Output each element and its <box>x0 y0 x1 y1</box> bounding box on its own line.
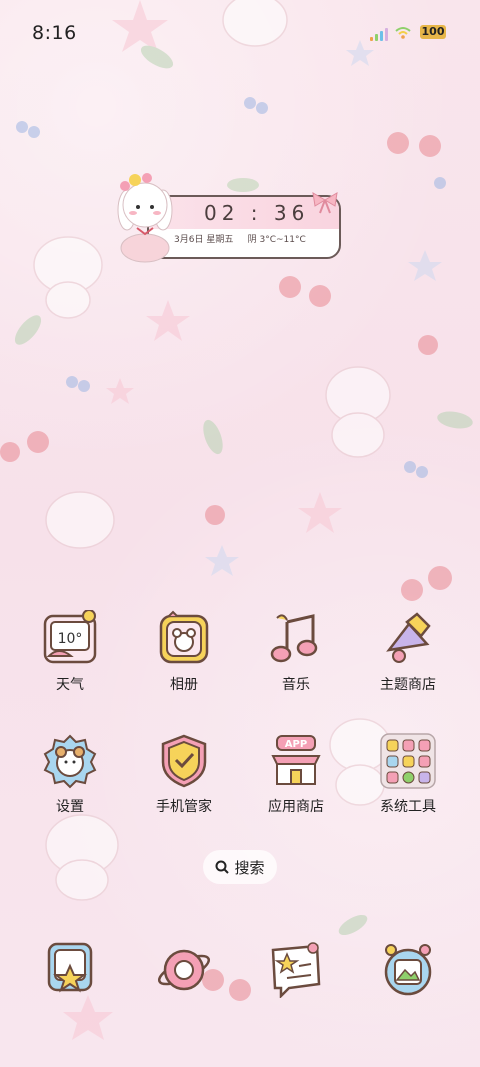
app-music[interactable]: 音乐 <box>246 610 346 694</box>
wallpaper-decorations <box>0 0 473 1040</box>
clock-widget[interactable]: 02 : 36 3月6日 星期五 阴 3°C~11°C <box>105 170 345 265</box>
app-store-icon: APP <box>271 735 321 785</box>
search-label: 搜索 <box>234 858 265 877</box>
app-label: 设置 <box>56 799 84 815</box>
widget-time: 02 : 36 <box>204 201 310 225</box>
gallery-icon <box>159 610 209 664</box>
app-store-badge-text: APP <box>285 739 307 750</box>
phone-manager-icon <box>161 734 207 788</box>
weather-badge-text: 10° <box>58 631 83 647</box>
app-phone-manager[interactable]: 手机管家 <box>134 732 234 816</box>
app-label: 应用商店 <box>268 799 324 815</box>
app-label: 系统工具 <box>380 799 436 815</box>
signal-icon <box>370 28 388 41</box>
bunny-illustration-icon <box>117 173 173 263</box>
app-label: 手机管家 <box>156 799 212 815</box>
app-system-tools-folder[interactable]: 系统工具 <box>358 732 458 816</box>
dock-app-4[interactable] <box>358 940 458 1002</box>
dock-planet-icon <box>157 949 211 991</box>
system-tools-folder-icon <box>380 733 436 789</box>
search-icon <box>215 860 230 874</box>
status-bar: 8:16 100 <box>0 0 480 64</box>
dock-app-1[interactable] <box>20 940 120 1002</box>
app-label: 音乐 <box>282 677 310 693</box>
app-weather[interactable]: 10° 天气 <box>20 610 120 694</box>
settings-icon <box>43 734 97 789</box>
dock-star-icon <box>47 942 93 993</box>
dock-camera-icon <box>384 944 432 996</box>
ribbon-icon <box>312 192 338 214</box>
wifi-icon <box>395 27 411 39</box>
search-button[interactable]: 搜索 <box>203 850 277 884</box>
music-icon <box>270 614 318 663</box>
widget-date-weather: 3月6日 星期五 阴 3°C~11°C <box>174 232 306 245</box>
app-label: 天气 <box>56 677 84 693</box>
status-time: 8:16 <box>32 22 77 44</box>
weather-icon: 10° <box>43 610 97 664</box>
app-app-store[interactable]: APP 应用商店 <box>246 732 346 816</box>
app-label: 相册 <box>170 677 198 693</box>
widget-weather: 阴 3°C~11°C <box>247 235 306 245</box>
theme-store-icon <box>386 612 431 663</box>
app-settings[interactable]: 设置 <box>20 732 120 816</box>
dock-note-icon <box>271 942 321 1000</box>
battery-indicator: 100 <box>420 25 446 39</box>
dock-app-3[interactable] <box>246 940 346 1002</box>
app-theme-store[interactable]: 主题商店 <box>358 610 458 694</box>
dock-app-2[interactable] <box>134 940 234 1002</box>
app-label: 主题商店 <box>380 677 436 693</box>
app-gallery[interactable]: 相册 <box>134 610 234 694</box>
